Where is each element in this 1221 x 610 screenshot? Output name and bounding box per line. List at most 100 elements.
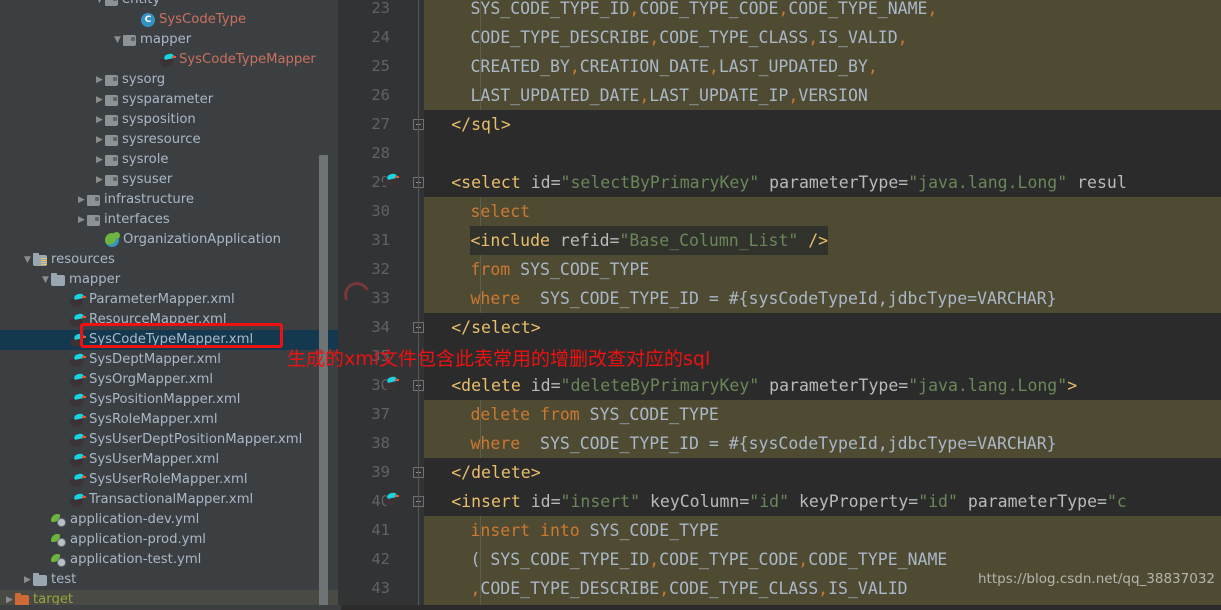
tree-expander-icon[interactable]: ▶ [58,330,69,350]
tree-expander-icon[interactable]: ▼ [112,30,123,50]
tree-expander-icon[interactable]: ▶ [94,90,105,110]
code-line-32[interactable]: 32 from SYS_CODE_TYPE [341,255,1221,284]
code-text[interactable]: delete from SYS_CODE_TYPE [470,400,718,429]
tree-item-sysresource[interactable]: ▶ sysresource [0,130,338,150]
project-tree-panel[interactable]: ▼entity▶CSysCodeType▼mapper▶SysCodeTypeM… [0,0,338,610]
tree-expander-icon[interactable]: ▶ [58,490,69,510]
tree-item-mapper[interactable]: ▼ mapper [0,270,338,290]
tree-expander-icon[interactable]: ▶ [76,210,87,230]
tree-item-transactionalmapper-xml[interactable]: ▶ TransactionalMapper.xml [0,490,338,510]
tree-expander-icon[interactable]: ▼ [22,250,33,270]
code-text[interactable]: insert into SYS_CODE_TYPE [470,516,718,545]
code-text[interactable]: <insert id="insert" keyColumn="id" keyPr… [451,487,1127,516]
tree-expander-icon[interactable]: ▶ [58,390,69,410]
code-text[interactable]: </select> [451,313,541,342]
code-text[interactable]: LAST_UPDATED_DATE,LAST_UPDATE_IP,VERSION [470,81,867,110]
mybatis-gutter-icon[interactable] [382,492,399,506]
tree-expander-icon[interactable]: ▶ [76,190,87,210]
tree-expander-icon[interactable]: ▶ [58,290,69,310]
code-line-40[interactable]: 40 <insert id="insert" keyColumn="id" key… [341,487,1221,516]
code-line-28[interactable]: 28 [341,139,1221,168]
code-text[interactable]: ,CODE_TYPE_DESCRIBE,CODE_TYPE_CLASS,IS_V… [470,574,907,603]
code-line-39[interactable]: 39 </delete> [341,458,1221,487]
tree-item-application-prod-yml[interactable]: ▶ application-prod.yml [0,530,338,550]
tree-expander-icon[interactable]: ▶ [58,410,69,430]
tree-item-entity[interactable]: ▼ entity [0,0,338,10]
tree-expander-icon[interactable]: ▶ [94,150,105,170]
tree-item-syspositionmapper-xml[interactable]: ▶ SysPositionMapper.xml [0,390,338,410]
code-text[interactable]: select [470,197,530,226]
code-text[interactable]: from SYS_CODE_TYPE [470,255,649,284]
tree-item-sysusermapper-xml[interactable]: ▶ SysUserMapper.xml [0,450,338,470]
tree-item-sysuserrolemapper-xml[interactable]: ▶ SysUserRoleMapper.xml [0,470,338,490]
code-line-42[interactable]: 42( SYS_CODE_TYPE_ID,CODE_TYPE_CODE,CODE… [341,545,1221,574]
tree-item-organizationapplication[interactable]: ▶ OrganizationApplication [0,230,338,250]
tree-expander-icon[interactable]: ▶ [58,450,69,470]
code-text[interactable]: CODE_TYPE_DESCRIBE,CODE_TYPE_CLASS,IS_VA… [470,23,907,52]
code-line-41[interactable]: 41 insert into SYS_CODE_TYPE [341,516,1221,545]
code-line-33[interactable]: 33 where SYS_CODE_TYPE_ID = #{sysCodeType… [341,284,1221,313]
tree-expander-icon[interactable]: ▶ [40,530,51,550]
code-line-37[interactable]: 37 delete from SYS_CODE_TYPE [341,400,1221,429]
tree-item-syscodetype[interactable]: ▶C SysCodeType [0,10,338,30]
code-text[interactable]: where SYS_CODE_TYPE_ID = #{sysCodeTypeId… [470,429,1056,458]
code-text[interactable]: <select id="selectByPrimaryKey" paramete… [451,168,1127,197]
tree-item-sysrolemapper-xml[interactable]: ▶ SysRoleMapper.xml [0,410,338,430]
project-scrollbar-thumb[interactable] [319,155,328,610]
code-line-25[interactable]: 25 CREATED_BY,CREATION_DATE,LAST_UPDATED_… [341,52,1221,81]
code-line-23[interactable]: 23 SYS_CODE_TYPE_ID,CODE_TYPE_CODE,CODE_T… [341,0,1221,23]
tree-item-sysparameter[interactable]: ▶ sysparameter [0,90,338,110]
tree-item-parametermapper-xml[interactable]: ▶ ParameterMapper.xml [0,290,338,310]
tree-expander-icon[interactable]: ▶ [58,310,69,330]
code-text[interactable]: SYS_CODE_TYPE_ID,CODE_TYPE_CODE,CODE_TYP… [470,0,937,23]
code-text[interactable]: </sql> [451,110,511,139]
code-text[interactable]: where SYS_CODE_TYPE_ID = #{sysCodeTypeId… [470,284,1056,313]
tree-item-sysuserdeptpositionmapper-xml[interactable]: ▶ SysUserDeptPositionMapper.xml [0,430,338,450]
tree-item-application-test-yml[interactable]: ▶ application-test.yml [0,550,338,570]
tree-expander-icon[interactable]: ▶ [58,350,69,370]
tree-item-mapper[interactable]: ▼ mapper [0,30,338,50]
tree-expander-icon[interactable]: ▶ [58,470,69,490]
tree-expander-icon[interactable]: ▶ [94,130,105,150]
code-line-34[interactable]: 34 </select> [341,313,1221,342]
code-line-38[interactable]: 38 where SYS_CODE_TYPE_ID = #{sysCodeType… [341,429,1221,458]
tree-expander-icon[interactable]: ▼ [94,0,105,10]
mybatis-gutter-icon[interactable] [382,376,399,390]
code-text[interactable]: </delete> [451,458,541,487]
code-text[interactable]: <delete id="deleteByPrimaryKey" paramete… [451,371,1078,400]
tree-expander-icon[interactable]: ▶ [94,70,105,90]
tree-item-sysuser[interactable]: ▶ sysuser [0,170,338,190]
tree-item-interfaces[interactable]: ▶ interfaces [0,210,338,230]
tree-expander-icon[interactable]: ▼ [40,270,51,290]
code-text[interactable]: ( SYS_CODE_TYPE_ID,CODE_TYPE_CODE,CODE_T… [470,545,947,574]
tree-expander-icon[interactable]: ▶ [148,50,159,70]
code-text[interactable]: <include refid="Base_Column_List" /> [470,226,829,255]
code-line-24[interactable]: 24 CODE_TYPE_DESCRIBE,CODE_TYPE_CLASS,IS_… [341,23,1221,52]
tree-expander-icon[interactable]: ▶ [40,510,51,530]
tree-expander-icon[interactable]: ▶ [40,550,51,570]
code-line-29[interactable]: 29 <select id="selectByPrimaryKey" parame… [341,168,1221,197]
tree-expander-icon[interactable]: ▶ [94,110,105,130]
code-line-27[interactable]: 27 </sql> [341,110,1221,139]
tree-expander-icon[interactable]: ▶ [58,430,69,450]
tree-expander-icon[interactable]: ▶ [130,10,141,30]
mybatis-gutter-icon[interactable] [382,173,399,187]
tree-expander-icon[interactable]: ▶ [22,570,33,590]
code-text[interactable]: CREATED_BY,CREATION_DATE,LAST_UPDATED_BY… [470,52,877,81]
code-line-26[interactable]: 26 LAST_UPDATED_DATE,LAST_UPDATE_IP,VERSI… [341,81,1221,110]
project-scrollbar-track[interactable] [319,0,333,610]
code-editor[interactable]: 23 SYS_CODE_TYPE_ID,CODE_TYPE_CODE,CODE_T… [341,0,1221,610]
code-line-31[interactable]: 31 <include refid="Base_Column_List" /> [341,226,1221,255]
tree-item-sysorg[interactable]: ▶ sysorg [0,70,338,90]
tree-expander-icon[interactable]: ▶ [94,230,105,250]
tree-item-sysposition[interactable]: ▶ sysposition [0,110,338,130]
tree-item-syscodetypemapper[interactable]: ▶ SysCodeTypeMapper [0,50,338,70]
tree-expander-icon[interactable]: ▶ [94,170,105,190]
tree-item-infrastructure[interactable]: ▶ infrastructure [0,190,338,210]
tree-item-resources[interactable]: ▼ resources [0,250,338,270]
tree-item-sysorgmapper-xml[interactable]: ▶ SysOrgMapper.xml [0,370,338,390]
tree-item-sysrole[interactable]: ▶ sysrole [0,150,338,170]
tree-item-application-dev-yml[interactable]: ▶ application-dev.yml [0,510,338,530]
tree-item-test[interactable]: ▶ test [0,570,338,590]
tree-expander-icon[interactable]: ▶ [58,370,69,390]
